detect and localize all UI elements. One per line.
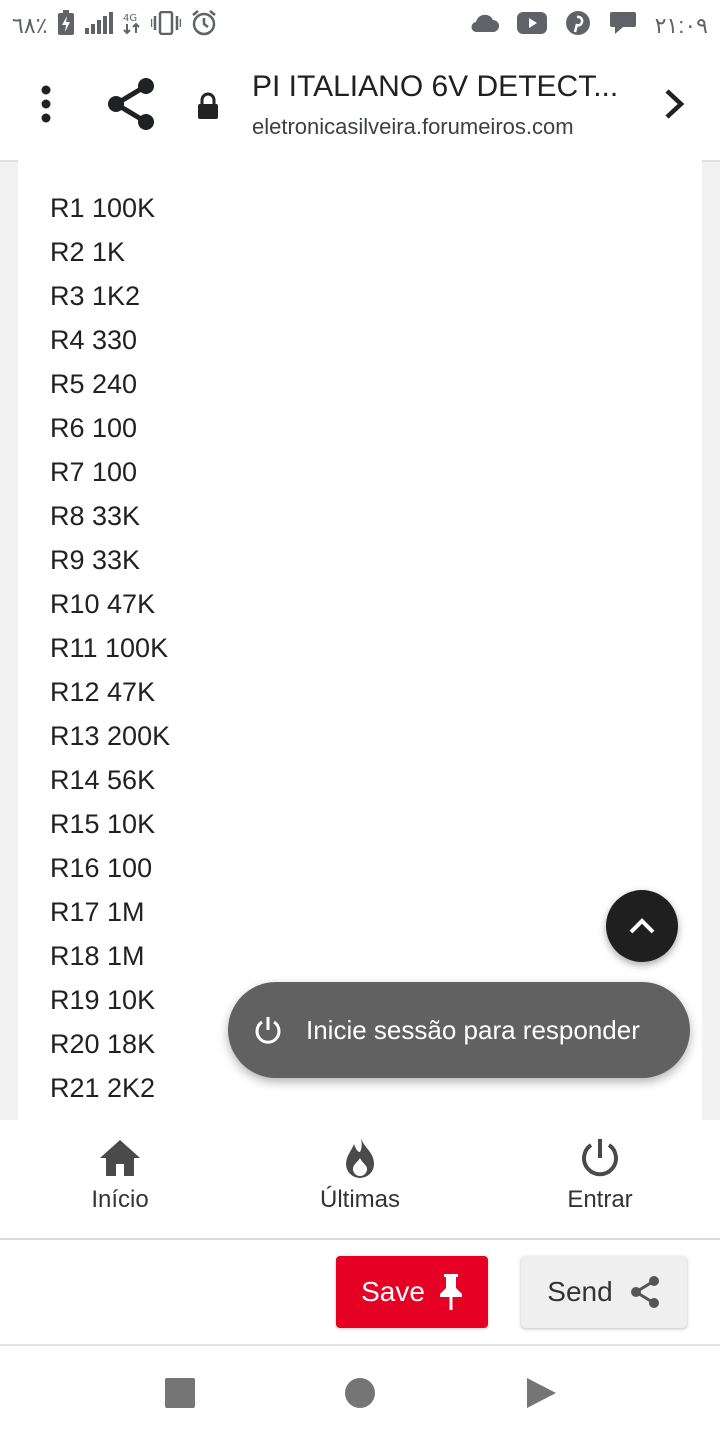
resistor-list-item: R13 200K bbox=[50, 721, 171, 751]
chevron-right-icon bbox=[665, 89, 685, 119]
send-button[interactable]: Send bbox=[521, 1256, 687, 1328]
share-action-bar: Save Send bbox=[0, 1240, 720, 1346]
resistor-list-item: R5 240 bbox=[50, 369, 138, 399]
resistor-list-item: R12 47K bbox=[50, 677, 156, 707]
home-button[interactable] bbox=[343, 1376, 377, 1410]
clock-time: ٢١:٠٩ bbox=[654, 13, 708, 38]
resistor-list-item: R21 2K2 bbox=[50, 1073, 156, 1103]
browser-toolbar: PI ITALIANO 6V DETECT... eletronicasilve… bbox=[0, 48, 720, 162]
resistor-list-item: R15 10K bbox=[50, 809, 156, 839]
forum-bottom-nav: Início Últimas Entrar bbox=[0, 1120, 720, 1240]
pin-icon bbox=[439, 1274, 462, 1310]
status-right-group: ٢١:٠٩ bbox=[469, 10, 708, 42]
lock-icon bbox=[196, 92, 220, 120]
resistor-list-item: R2 1K bbox=[50, 237, 126, 267]
login-to-reply-button[interactable]: Inicie sessão para responder bbox=[228, 982, 690, 1078]
alarm-icon bbox=[191, 10, 217, 42]
resistor-list-item: R6 100 bbox=[50, 413, 138, 443]
network-4g-icon: 4G bbox=[123, 11, 141, 41]
share-button[interactable] bbox=[104, 76, 160, 132]
page-url: eletronicasilveira.forumeiros.com bbox=[252, 114, 574, 139]
save-button[interactable]: Save bbox=[336, 1256, 488, 1328]
resistor-list: R1 100K R2 1K R3 1K2 R4 330 R5 240 R6 100 R7 1… bbox=[50, 186, 170, 1110]
resistor-list-item: R20 18K bbox=[50, 1029, 156, 1059]
resistor-list-item: R19 10K bbox=[50, 985, 156, 1015]
resistor-list-item: R17 1M bbox=[50, 897, 145, 927]
chat-icon bbox=[609, 10, 637, 42]
post-content: R1 100K R2 1K R3 1K2 R4 330 R5 240 R6 100 R7 1… bbox=[18, 160, 702, 1120]
pinterest-icon bbox=[565, 10, 591, 42]
nav-item-ultimas[interactable]: Últimas bbox=[260, 1136, 460, 1214]
share-icon bbox=[108, 78, 154, 130]
back-button[interactable] bbox=[524, 1376, 558, 1410]
resistor-list-item: R18 1M bbox=[50, 941, 145, 971]
fire-icon bbox=[346, 1138, 374, 1178]
vibrate-icon bbox=[150, 10, 183, 41]
status-left-group: ٦٨٪ 4G bbox=[12, 10, 217, 42]
power-icon bbox=[582, 1139, 618, 1177]
home-circle-icon bbox=[345, 1378, 375, 1408]
more-options-button[interactable] bbox=[26, 82, 66, 126]
youtube-icon bbox=[516, 12, 547, 40]
nav-label-entrar: Entrar bbox=[567, 1186, 633, 1213]
signal-icon bbox=[85, 12, 114, 40]
system-navigation-bar bbox=[0, 1346, 720, 1440]
page-title: PI ITALIANO 6V DETECT... bbox=[252, 70, 619, 103]
send-label: Send bbox=[547, 1276, 613, 1307]
share-icon bbox=[630, 1276, 659, 1308]
resistor-list-item: R9 33K bbox=[50, 545, 141, 575]
resistor-list-item: R14 56K bbox=[50, 765, 156, 795]
login-to-reply-label: Inicie sessão para responder bbox=[306, 1014, 640, 1045]
forward-button[interactable] bbox=[656, 86, 692, 122]
recents-square-icon bbox=[165, 1378, 195, 1408]
resistor-list-item: R8 33K bbox=[50, 501, 141, 531]
more-vert-icon bbox=[41, 85, 51, 123]
resistor-list-item: R7 100 bbox=[50, 457, 138, 487]
cloud-icon bbox=[469, 12, 499, 40]
recents-button[interactable] bbox=[163, 1376, 197, 1410]
nav-item-inicio[interactable]: Início bbox=[20, 1136, 220, 1214]
status-bar: ٦٨٪ 4G ٢١:٠٩ bbox=[0, 0, 720, 48]
scroll-to-top-button[interactable] bbox=[606, 890, 678, 962]
chevron-up-icon bbox=[629, 918, 655, 934]
save-label: Save bbox=[361, 1276, 425, 1307]
nav-item-entrar[interactable]: Entrar bbox=[500, 1136, 700, 1214]
resistor-list-item: R4 330 bbox=[50, 325, 138, 355]
network-label: 4G bbox=[123, 13, 137, 24]
back-triangle-icon bbox=[527, 1378, 556, 1408]
resistor-list-item: R10 47K bbox=[50, 589, 156, 619]
power-icon bbox=[255, 1017, 281, 1044]
resistor-list-item: R11 100K bbox=[50, 633, 169, 663]
resistor-list-item: R16 100 bbox=[50, 853, 153, 883]
home-icon bbox=[100, 1140, 140, 1176]
resistor-list-item: R3 1K2 bbox=[50, 281, 141, 311]
battery-charging-icon bbox=[57, 10, 75, 42]
battery-percent: ٦٨٪ bbox=[12, 13, 48, 38]
nav-label-inicio: Início bbox=[91, 1186, 149, 1213]
resistor-list-item: R1 100K bbox=[50, 193, 156, 223]
nav-label-ultimas: Últimas bbox=[319, 1186, 400, 1213]
